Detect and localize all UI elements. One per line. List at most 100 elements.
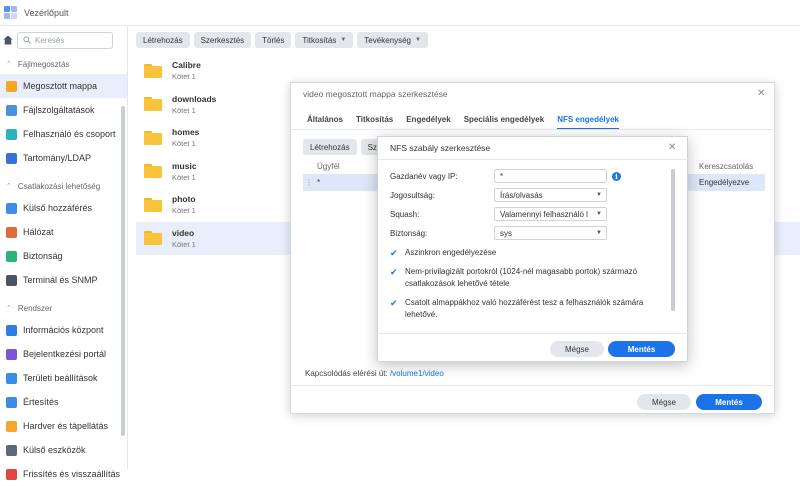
nonpriv-ports-checkbox[interactable]: ✔ (390, 268, 399, 277)
privilege-select[interactable]: Írás/olvasás ▼ (494, 188, 607, 202)
search-icon (23, 36, 31, 44)
privilege-label: Jogosultság: (390, 191, 435, 200)
subfolder-access-checkbox[interactable]: ✔ (390, 299, 399, 308)
folder-name: music (172, 160, 197, 171)
folder-volume: Kötet 1 (172, 206, 196, 216)
sidebar-section[interactable]: ⌃ Rendszer (0, 298, 127, 318)
hostname-label: Gazdanév vagy IP: (390, 172, 458, 181)
chevron-down-icon: ▼ (340, 37, 347, 43)
security-label: Biztonság: (390, 229, 428, 238)
nfs-rule-dialog: NFS szabály szerkesztése ✕ Gazdanév vagy… (377, 136, 689, 362)
sidebar: Keresés ⌃ Fájlmegosztás Megosztott mappa Fá… (0, 26, 128, 480)
security-select[interactable]: sys ▼ (494, 226, 607, 240)
subfolder-access-label: Csatolt almappákhoz való hozzáférést tes… (405, 298, 644, 319)
close-icon[interactable]: ✕ (757, 88, 765, 99)
login-portal-icon (6, 348, 17, 360)
nfs-create-button[interactable]: Létrehozás (303, 139, 357, 155)
sidebar-scrollbar[interactable] (121, 106, 125, 436)
action-dropdown[interactable]: Tevékenység ▼ (357, 32, 428, 48)
chevron-down-icon: ▼ (596, 230, 602, 236)
chevron-up-icon: ⌃ (6, 183, 12, 190)
sidebar-item[interactable]: Felhasználó és csoport (0, 122, 127, 146)
sidebar-item[interactable]: Tartomány/LDAP (0, 146, 127, 170)
connection-path-label: Kapcsolódás elérési út: (305, 369, 388, 378)
sidebar-item[interactable]: Fájlszolgáltatások (0, 98, 127, 122)
sidebar-item-label: Tartomány/LDAP (23, 153, 92, 163)
nfs-dialog-scrollbar[interactable] (671, 169, 675, 311)
folder-icon (144, 164, 162, 179)
sidebar-section[interactable]: ⌃ Csatlakozási lehetőség (0, 176, 127, 196)
sidebar-item[interactable]: Információs központ (0, 318, 127, 342)
notification-icon (6, 396, 17, 408)
cancel-button[interactable]: Mégse (637, 394, 691, 410)
encryption-dropdown[interactable]: Titkosítás ▼ (295, 32, 354, 48)
update-restore-icon (6, 468, 17, 480)
hostname-input[interactable]: * (494, 169, 607, 183)
folder-icon (144, 97, 162, 112)
sidebar-item[interactable]: Hardver és tápellátás (0, 414, 127, 438)
sidebar-item-label: Értesítés (23, 397, 59, 407)
folder-icon (144, 130, 162, 145)
nfs-dialog-title: NFS szabály szerkesztése (390, 143, 491, 153)
edit-button[interactable]: Szerkesztés (193, 32, 252, 48)
squash-select[interactable]: Valamennyi felhasználó l ▼ (494, 207, 607, 221)
sidebar-item[interactable]: Hálózat (0, 220, 127, 244)
tab-4[interactable]: NFS engedélyek (557, 115, 619, 130)
create-button[interactable]: Létrehozás (136, 32, 190, 48)
tab-1[interactable]: Titkosítás (356, 115, 393, 130)
sidebar-item[interactable]: Értesítés (0, 390, 127, 414)
dialog-tabs: Általános Titkosítás Engedélyek Speciális e… (307, 115, 619, 130)
folder-icon (144, 197, 162, 212)
chevron-down-icon: ▼ (415, 37, 421, 43)
folder-volume: Kötet 1 (172, 72, 196, 82)
sidebar-item[interactable]: Bejelentkezési portál (0, 342, 127, 366)
sidebar-section[interactable]: ⌃ Fájlmegosztás (0, 54, 127, 74)
sidebar-item-label: Megosztott mappa (23, 81, 98, 91)
nfs-save-button[interactable]: Mentés (608, 341, 675, 357)
folder-volume: Kötet 1 (172, 172, 196, 182)
toolbar: Létrehozás Szerkesztés Törlés Titkosítás… (136, 32, 428, 48)
chevron-down-icon: ▼ (596, 192, 602, 198)
folder-name: homes (172, 127, 200, 138)
nfs-cancel-button[interactable]: Mégse (550, 341, 604, 357)
drag-handle-icon: ⋮ (305, 178, 313, 187)
folder-name: Calibre (172, 60, 201, 71)
tab-2[interactable]: Engedélyek (406, 115, 450, 130)
sidebar-item[interactable]: Megosztott mappa (0, 74, 127, 98)
sidebar-item[interactable]: Területi beállítások (0, 366, 127, 390)
sidebar-item[interactable]: Külső hozzáférés (0, 196, 127, 220)
folder-name: photo (172, 194, 196, 205)
sidebar-item[interactable]: Terminál és SNMP (0, 268, 127, 292)
info-icon[interactable]: i (612, 172, 621, 181)
security-shield-icon (6, 250, 17, 262)
async-checkbox[interactable]: ✔ (390, 249, 399, 258)
sidebar-item-label: Hálózat (23, 227, 54, 237)
search-input[interactable]: Keresés (17, 31, 113, 49)
external-devices-icon (6, 444, 17, 456)
sidebar-item[interactable]: Külső eszközök (0, 438, 127, 462)
chevron-up-icon: ⌃ (6, 61, 12, 68)
external-access-icon (6, 202, 17, 214)
chevron-down-icon: ▼ (596, 211, 602, 217)
squash-label: Squash: (390, 210, 420, 219)
hardware-power-icon (6, 420, 17, 432)
terminal-icon (6, 274, 17, 286)
sidebar-item-label: Külső eszközök (23, 445, 86, 455)
sidebar-item-label: Hardver és tápellátás (23, 421, 109, 431)
sidebar-item-label: Felhasználó és csoport (23, 129, 116, 139)
folder-icon (144, 63, 162, 78)
info-center-icon (6, 324, 17, 336)
connection-path: Kapcsolódás elérési út: /volume1/video (305, 369, 444, 378)
tab-0[interactable]: Általános (307, 115, 343, 130)
app-title: Vezérlőpult (24, 7, 69, 18)
save-button[interactable]: Mentés (696, 394, 762, 410)
sidebar-item[interactable]: Frissítés és visszaállítás (0, 462, 127, 486)
sidebar-item[interactable]: Biztonság (0, 244, 127, 268)
file-services-icon (6, 104, 17, 116)
delete-button[interactable]: Törlés (255, 32, 292, 48)
home-icon[interactable] (3, 35, 13, 45)
close-icon[interactable]: ✕ (668, 142, 676, 153)
col-crossmount: Kereszcsatolás (699, 162, 754, 171)
tab-3[interactable]: Speciális engedélyek (464, 115, 545, 130)
connection-path-link[interactable]: /volume1/video (390, 369, 444, 378)
